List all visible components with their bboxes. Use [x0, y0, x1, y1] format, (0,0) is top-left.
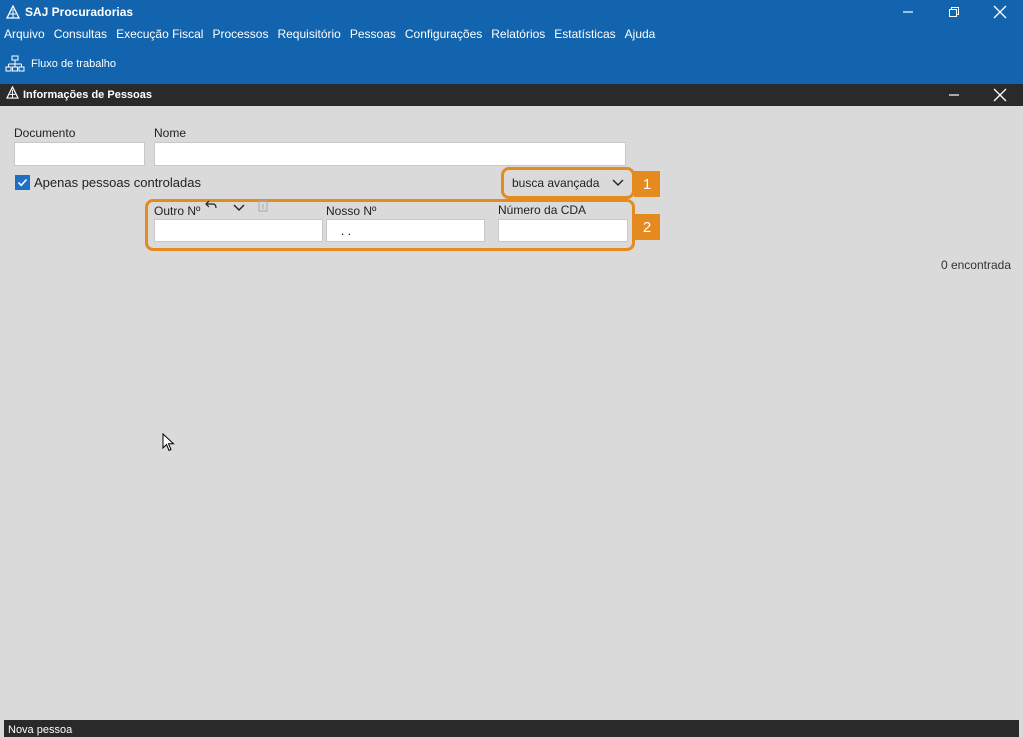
- outro-label: Outro Nº: [154, 204, 201, 218]
- restore-icon: [949, 7, 959, 17]
- controladas-label[interactable]: Apenas pessoas controladas: [34, 175, 201, 190]
- chevron-down-icon[interactable]: [233, 202, 245, 216]
- workflow-button[interactable]: Fluxo de trabalho: [5, 55, 116, 73]
- panel-close-button[interactable]: [977, 84, 1023, 106]
- mouse-cursor-icon: [162, 433, 175, 452]
- app-title: SAJ Procuradorias: [25, 5, 134, 19]
- menu-requisitorio[interactable]: Requisitório: [273, 27, 345, 41]
- title-bar: SAJ Procuradorias: [0, 0, 1023, 24]
- busca-avancada-label: busca avançada: [512, 176, 600, 190]
- panel-minimize-button[interactable]: [931, 84, 977, 106]
- toolbar: Fluxo de trabalho: [0, 44, 1023, 84]
- close-icon: [993, 88, 1007, 102]
- outro-input[interactable]: [154, 219, 323, 242]
- busca-avancada-dropdown[interactable]: busca avançada: [504, 170, 632, 196]
- cda-input[interactable]: [498, 219, 628, 242]
- cda-label: Número da CDA: [498, 203, 587, 217]
- menu-ajuda[interactable]: Ajuda: [621, 27, 661, 41]
- nosso-label: Nosso Nº: [326, 204, 377, 218]
- menu-bar: Arquivo Consultas Execução Fiscal Proces…: [0, 24, 1023, 44]
- badge-2: 2: [634, 214, 660, 240]
- org-chart-icon: [5, 55, 25, 72]
- minimize-button[interactable]: [885, 0, 931, 24]
- menu-estatisticas[interactable]: Estatísticas: [550, 27, 620, 41]
- chevron-down-icon: [612, 179, 624, 186]
- panel-title: Informações de Pessoas: [23, 89, 153, 101]
- minimize-icon: [903, 11, 913, 13]
- nome-input[interactable]: [154, 142, 626, 166]
- app-logo-icon: [5, 4, 21, 19]
- status-bar: Nova pessoa: [4, 720, 1019, 737]
- panel-header: Informações de Pessoas: [0, 84, 1023, 106]
- menu-pessoas[interactable]: Pessoas: [346, 27, 401, 41]
- info-icon: [258, 200, 268, 215]
- close-button[interactable]: [977, 0, 1023, 24]
- controladas-checkbox[interactable]: [15, 175, 30, 190]
- menu-configuracoes[interactable]: Configurações: [401, 27, 487, 41]
- menu-relatorios[interactable]: Relatórios: [487, 27, 550, 41]
- close-icon: [993, 5, 1007, 19]
- menu-processos[interactable]: Processos: [208, 27, 273, 41]
- panel-logo-icon: [5, 85, 20, 104]
- restore-button[interactable]: [931, 0, 977, 24]
- minimize-icon: [949, 94, 959, 96]
- documento-label: Documento: [14, 126, 76, 140]
- nova-pessoa-link[interactable]: Nova pessoa: [8, 724, 72, 736]
- badge-1: 1: [634, 171, 660, 197]
- documento-input[interactable]: [14, 142, 145, 166]
- checkmark-icon: [17, 178, 28, 187]
- nosso-input[interactable]: [326, 219, 485, 242]
- menu-arquivo[interactable]: Arquivo: [0, 27, 50, 41]
- menu-execucao-fiscal[interactable]: Execução Fiscal: [112, 27, 208, 41]
- workflow-label: Fluxo de trabalho: [31, 58, 116, 70]
- undo-icon[interactable]: [205, 199, 218, 214]
- nome-label: Nome: [154, 126, 187, 140]
- menu-consultas[interactable]: Consultas: [50, 27, 112, 41]
- results-count: 0 encontrada: [940, 258, 1011, 272]
